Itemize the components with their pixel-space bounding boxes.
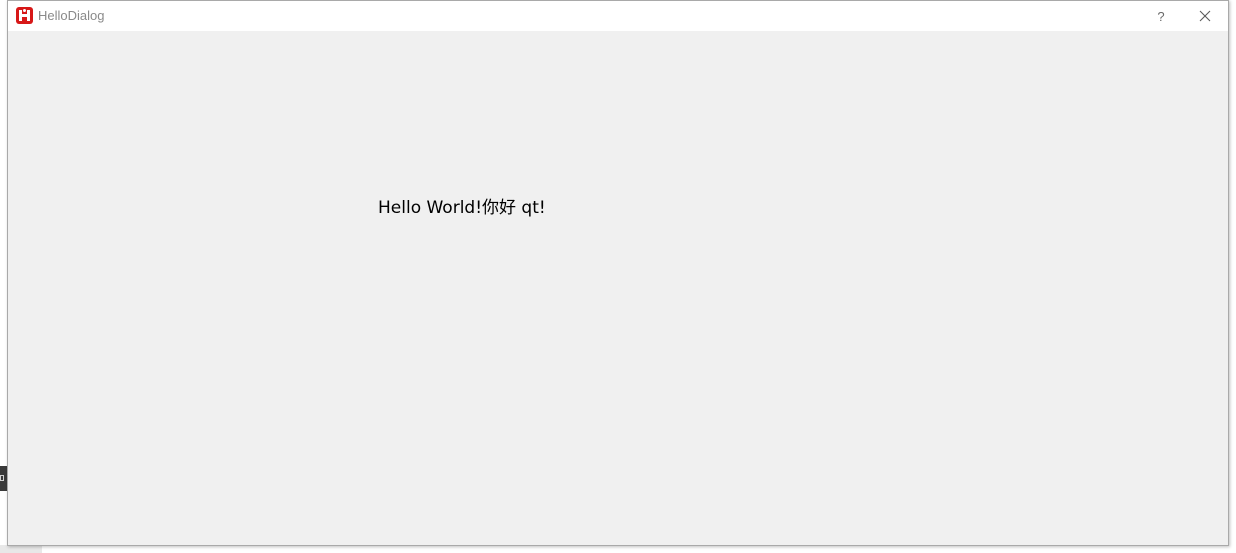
window-title: HelloDialog [38, 8, 105, 23]
background-window-fragment [0, 545, 42, 553]
help-button[interactable]: ? [1138, 1, 1184, 31]
help-icon: ? [1157, 8, 1165, 24]
app-logo-bar [19, 14, 30, 17]
app-logo-icon[interactable] [16, 7, 33, 24]
hello-label: Hello World!你好 qt! [378, 198, 546, 218]
dialog-client-area: Hello World!你好 qt! [8, 31, 1228, 545]
close-button[interactable] [1182, 1, 1228, 31]
app-logo-dot [23, 9, 26, 12]
background-window-icon [0, 475, 4, 481]
desktop: HelloDialog ? Hello World!你好 qt! [0, 0, 1236, 553]
close-icon [1199, 10, 1211, 22]
hello-dialog-window: HelloDialog ? Hello World!你好 qt! [7, 0, 1229, 546]
background-taskbar-fragment [0, 466, 7, 491]
title-bar[interactable]: HelloDialog ? [8, 1, 1228, 31]
